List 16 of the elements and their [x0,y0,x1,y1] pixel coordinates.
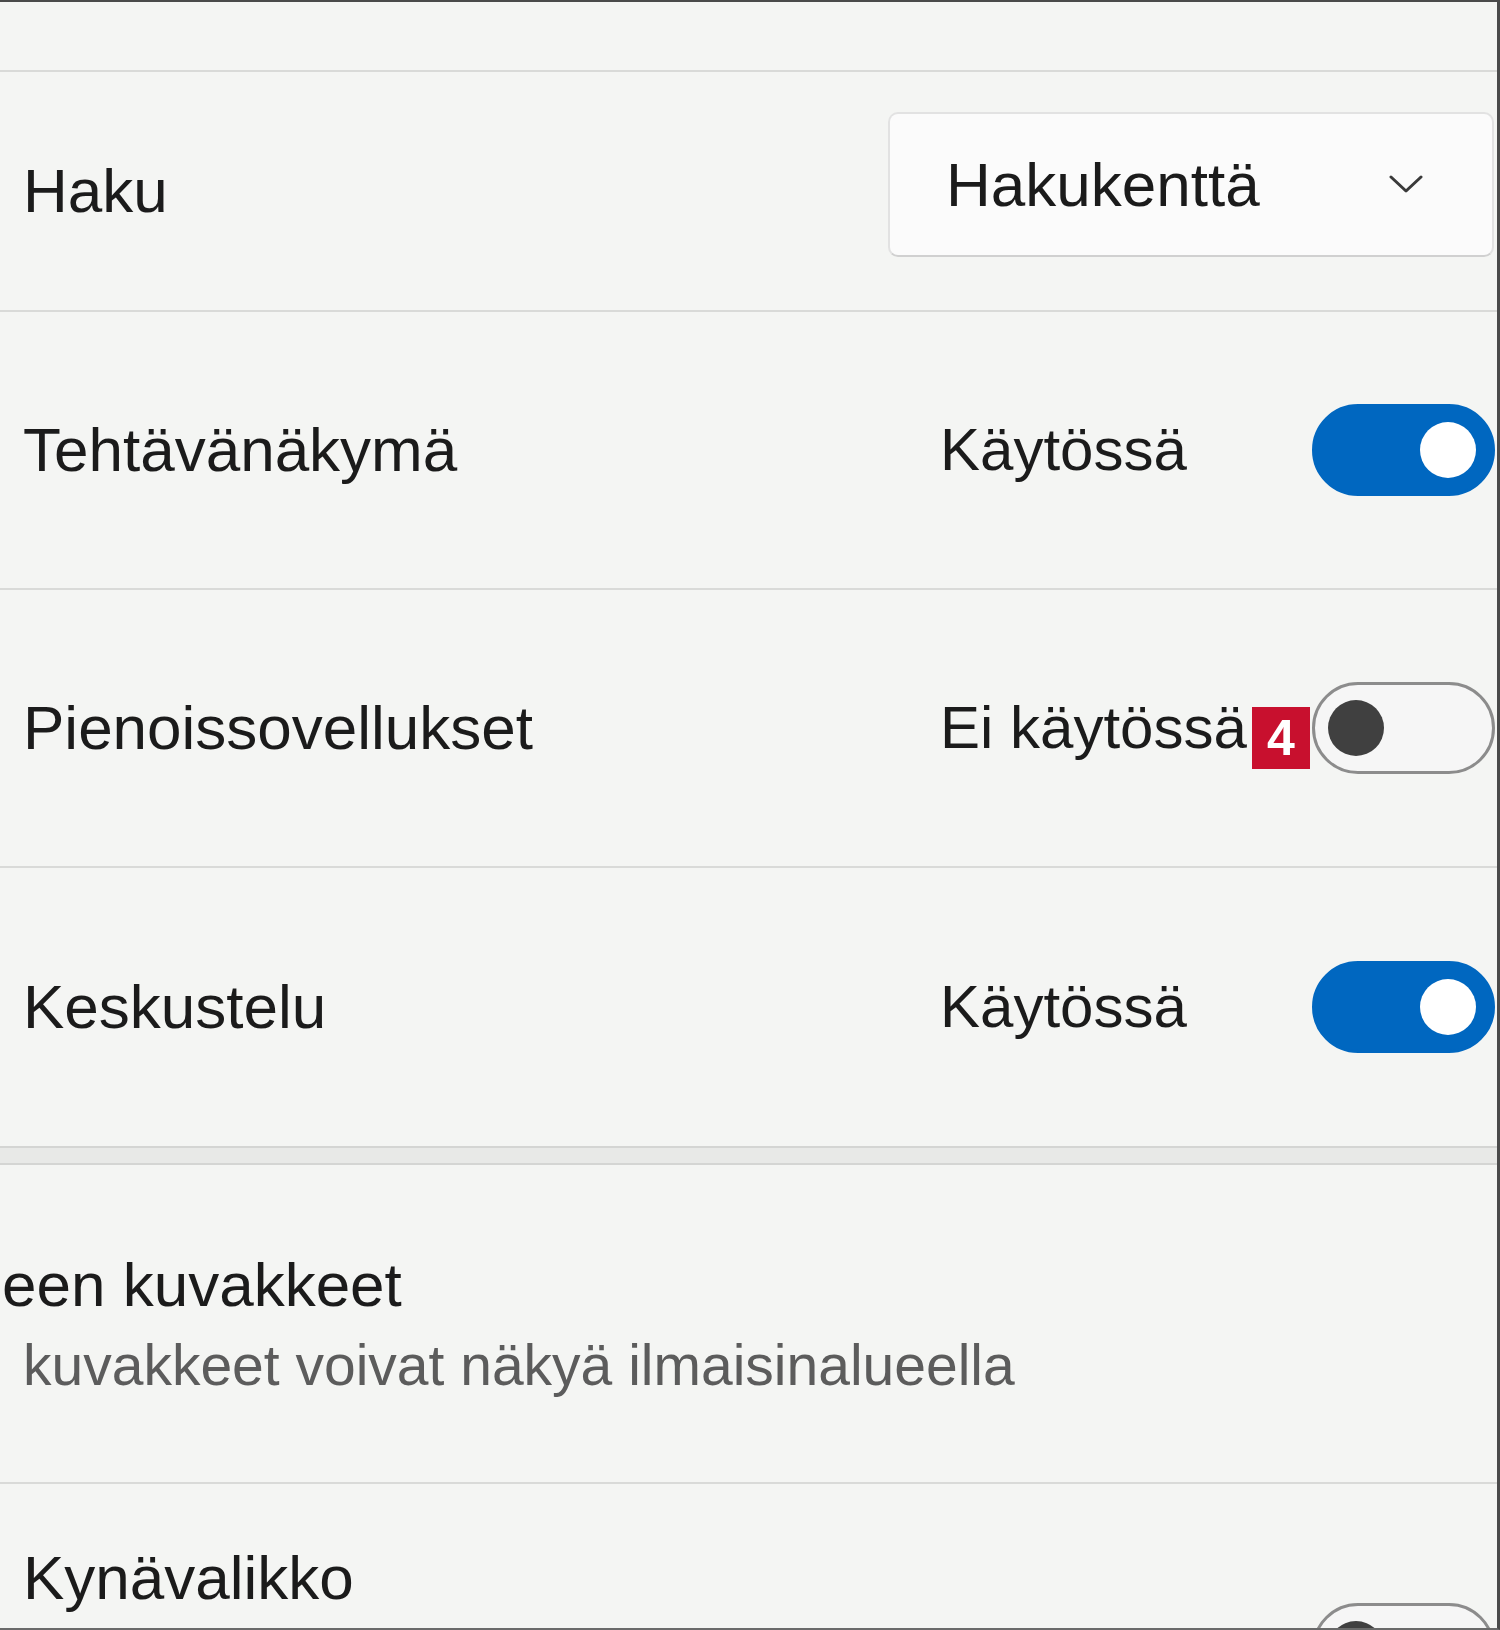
setting-label: Haku [23,155,168,227]
toggle-switch[interactable] [1312,682,1495,774]
setting-description: kuvakkeet voivat näkyä ilmaisinalueella [23,1332,1015,1399]
setting-label: Tehtävänäkymä [23,414,458,486]
toggle-switch[interactable] [1312,961,1495,1053]
step-marker: 4 [1252,707,1310,769]
setting-heading: een kuvakkeet [2,1249,403,1321]
setting-label: Keskustelu [23,971,327,1043]
chevron-down-icon [1389,175,1423,193]
toggle-status: Käytössä [940,415,1187,485]
setting-label: Pienoissovellukset [23,692,534,764]
setting-label: Kynävalikko [23,1542,354,1614]
dropdown-select[interactable]: Hakukenttä [888,111,1494,257]
toggle-switch[interactable] [1312,404,1495,496]
toggle-status: Käytössä [940,972,1187,1042]
toggle-status: Ei käytössä [940,693,1247,763]
